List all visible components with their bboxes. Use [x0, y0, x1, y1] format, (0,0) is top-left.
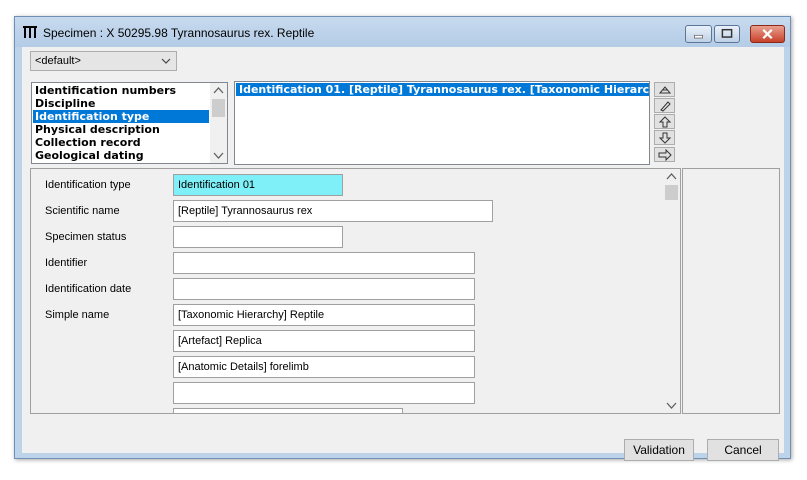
scroll-down-icon[interactable]	[210, 148, 227, 163]
simple-name-field-4[interactable]	[173, 382, 475, 404]
validation-button[interactable]: Validation	[624, 439, 694, 461]
window-title: Specimen : X 50295.98 Tyrannosaurus rex.…	[43, 26, 315, 40]
specimen-window: Specimen : X 50295.98 Tyrannosaurus rex.…	[14, 16, 791, 461]
scroll-thumb[interactable]	[212, 99, 225, 117]
list-item[interactable]: Collection record	[33, 136, 209, 149]
simple-name-field[interactable]: [Taxonomic Hierarchy] Reptile	[173, 304, 475, 326]
simple-name-field-3[interactable]: [Anatomic Details] forelimb	[173, 356, 475, 378]
scroll-thumb[interactable]	[665, 185, 678, 200]
simple-name-label: Simple name	[45, 309, 110, 321]
identification-date-label: Identification date	[45, 283, 132, 295]
move-right-button[interactable]	[654, 147, 675, 162]
add-icon	[658, 86, 672, 94]
move-up-button[interactable]	[654, 114, 675, 129]
edit-button[interactable]	[654, 98, 675, 113]
list-item[interactable]: Identification numbers	[33, 84, 209, 97]
move-right-icon	[658, 149, 672, 161]
identifier-field[interactable]	[173, 252, 475, 274]
close-icon	[762, 28, 773, 40]
maximize-button[interactable]	[714, 25, 740, 43]
identifier-label: Identifier	[45, 257, 88, 269]
move-down-icon	[658, 132, 672, 144]
move-up-icon	[658, 116, 672, 128]
title-bar[interactable]: Specimen : X 50295.98 Tyrannosaurus rex.…	[15, 17, 790, 47]
close-button[interactable]	[750, 25, 785, 43]
cancel-button[interactable]: Cancel	[707, 439, 779, 461]
form-scrollbar[interactable]	[663, 169, 680, 413]
list-item-selected[interactable]: Identification type	[33, 110, 209, 123]
section-list-items: Identification numbers Discipline Identi…	[33, 84, 209, 162]
identification-date-field[interactable]	[173, 278, 475, 300]
identification-list[interactable]: Identification 01. [Reptile] Tyrannosaur…	[234, 81, 650, 165]
minimize-icon	[694, 34, 703, 39]
profile-dropdown-value: <default>	[35, 55, 81, 67]
scroll-up-icon[interactable]	[663, 169, 680, 184]
minimize-button[interactable]	[685, 25, 712, 43]
simple-name-field-2[interactable]: [Artefact] Replica	[173, 330, 475, 352]
specimen-status-field[interactable]	[173, 226, 343, 248]
identification-type-field[interactable]: Identification 01	[173, 174, 343, 196]
side-panel	[682, 168, 780, 414]
cut-off-field[interactable]	[173, 408, 403, 413]
identification-type-label: Identification type	[45, 179, 131, 191]
identification-form: Identification type Identification 01 Sc…	[30, 168, 681, 414]
app-logo-icon	[23, 26, 37, 38]
list-item-selected[interactable]: Identification 01. [Reptile] Tyrannosaur…	[236, 83, 649, 96]
edit-icon	[660, 101, 671, 112]
scroll-down-icon[interactable]	[663, 398, 680, 413]
list-item[interactable]: Physical description	[33, 123, 209, 136]
window-client-area: <default> Identification numbers Discipl…	[22, 47, 784, 461]
specimen-status-label: Specimen status	[45, 231, 127, 243]
scientific-name-label: Scientific name	[45, 205, 120, 217]
scroll-up-icon[interactable]	[210, 83, 227, 98]
profile-dropdown[interactable]: <default>	[30, 51, 177, 71]
move-down-button[interactable]	[654, 130, 675, 145]
chevron-down-icon	[161, 58, 171, 64]
list-item[interactable]: Discipline	[33, 97, 209, 110]
section-list-scrollbar[interactable]	[210, 83, 227, 163]
scientific-name-field[interactable]: [Reptile] Tyrannosaurus rex	[173, 200, 493, 222]
section-list[interactable]: Identification numbers Discipline Identi…	[31, 82, 228, 164]
add-button[interactable]	[654, 82, 675, 97]
maximize-icon	[721, 28, 733, 38]
list-item[interactable]: Geological dating	[33, 149, 209, 162]
